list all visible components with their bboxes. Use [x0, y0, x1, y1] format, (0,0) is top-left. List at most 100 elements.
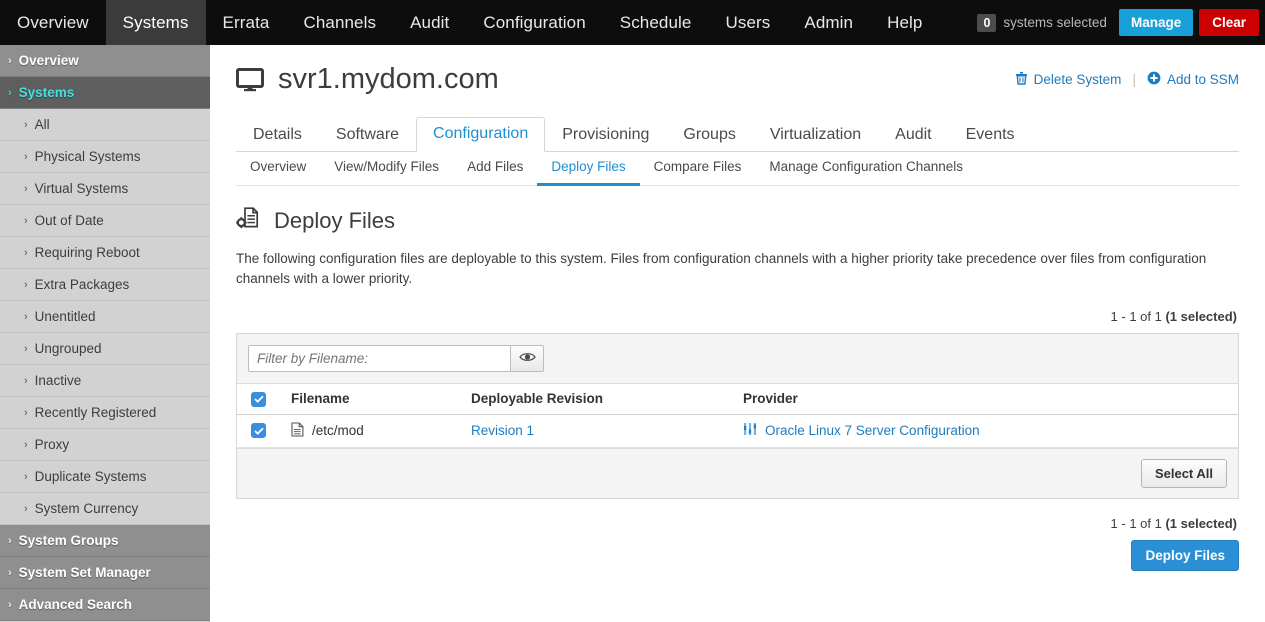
topnav-item-overview[interactable]: Overview: [0, 0, 106, 45]
row-checkbox[interactable]: [251, 423, 266, 439]
deploy-files-table: Filename Deployable Revision Provider /e…: [237, 383, 1238, 448]
pagination-top: 1 - 1 of 1 (1 selected): [236, 309, 1239, 324]
eye-icon: [518, 350, 536, 368]
config-subtabs: Overview View/Modify Files Add Files Deploy…: [236, 152, 1239, 186]
sidebar-item-label: Duplicate Systems: [34, 469, 147, 484]
sidebar-item-label: Overview: [18, 53, 79, 68]
subtab-deploy-files[interactable]: Deploy Files: [537, 153, 640, 186]
sidebar-item-overview[interactable]: › Overview: [0, 45, 210, 77]
deploy-files-button[interactable]: Deploy Files: [1131, 539, 1239, 571]
channel-sliders-icon: [743, 422, 757, 439]
add-to-ssm-label: Add to SSM: [1166, 72, 1239, 87]
chevron-right-icon: ›: [24, 502, 28, 515]
subtab-add-files[interactable]: Add Files: [453, 153, 537, 186]
topnav-item-users[interactable]: Users: [708, 0, 787, 45]
manage-button[interactable]: Manage: [1118, 9, 1194, 36]
sidebar-item-label: Systems: [18, 85, 75, 100]
chevron-right-icon: ›: [8, 598, 12, 611]
column-header-deployable-revision[interactable]: Deployable Revision: [465, 383, 737, 415]
clear-button[interactable]: Clear: [1199, 9, 1259, 36]
column-header-provider[interactable]: Provider: [737, 383, 1238, 415]
table-row: /etc/mod Revision 1 Oracle Linux 7 Server …: [237, 414, 1238, 448]
ssm-selected-count: 0: [977, 13, 997, 32]
panel-footer: Select All: [237, 447, 1238, 498]
filter-group: [248, 345, 544, 372]
tab-groups[interactable]: Groups: [666, 118, 752, 152]
select-all-button[interactable]: Select All: [1140, 458, 1227, 488]
chevron-right-icon: ›: [24, 214, 28, 227]
sidebar-item-systems[interactable]: › Systems: [0, 77, 210, 109]
sidebar-item-label: Requiring Reboot: [34, 245, 140, 260]
topnav-item-admin[interactable]: Admin: [787, 0, 870, 45]
topnav-item-schedule[interactable]: Schedule: [603, 0, 709, 45]
chevron-right-icon: ›: [24, 374, 28, 387]
sidebar-item-advanced-search[interactable]: › Advanced Search: [0, 589, 210, 621]
sidebar-navigation: › Overview › Systems › All › Physical Systems › V…: [0, 45, 210, 622]
chevron-right-icon: ›: [24, 246, 28, 259]
chevron-right-icon: ›: [24, 150, 28, 163]
deploy-files-panel: Filename Deployable Revision Provider /e…: [236, 333, 1239, 499]
sidebar-item-inactive[interactable]: › Inactive: [0, 365, 210, 397]
row-checkbox-cell: [237, 414, 285, 448]
subtab-overview[interactable]: Overview: [236, 153, 320, 186]
sidebar-item-proxy[interactable]: › Proxy: [0, 429, 210, 461]
sidebar-item-ungrouped[interactable]: › Ungrouped: [0, 333, 210, 365]
delete-system-link[interactable]: Delete System: [1015, 71, 1122, 88]
sidebar-item-label: Advanced Search: [18, 597, 132, 612]
chevron-right-icon: ›: [24, 118, 28, 131]
sidebar-item-unentitled[interactable]: › Unentitled: [0, 301, 210, 333]
pagination-bottom-selected: (1 selected): [1165, 515, 1237, 531]
select-all-checkbox[interactable]: [251, 391, 266, 407]
topnav-item-channels[interactable]: Channels: [286, 0, 393, 45]
sidebar-item-label: Extra Packages: [34, 277, 130, 292]
sidebar-item-label: Recently Registered: [34, 405, 157, 420]
subtab-view-modify-files[interactable]: View/Modify Files: [320, 153, 453, 186]
main-tabs: Details Software Configuration Provisioning…: [236, 116, 1239, 152]
tab-configuration[interactable]: Configuration: [416, 117, 546, 152]
tab-provisioning[interactable]: Provisioning: [545, 118, 666, 152]
sidebar-item-physical-systems[interactable]: › Physical Systems: [0, 141, 210, 173]
tab-software[interactable]: Software: [319, 118, 416, 152]
add-to-ssm-link[interactable]: Add to SSM: [1147, 71, 1239, 88]
sidebar-item-system-groups[interactable]: › System Groups: [0, 525, 210, 557]
chevron-right-icon: ›: [24, 342, 28, 355]
delete-system-label: Delete System: [1033, 72, 1122, 87]
deploy-button-row: Deploy Files: [236, 539, 1239, 571]
sidebar-item-extra-packages[interactable]: › Extra Packages: [0, 269, 210, 301]
sidebar-item-duplicate-systems[interactable]: › Duplicate Systems: [0, 461, 210, 493]
revision-link[interactable]: Revision 1: [471, 423, 534, 438]
sidebar-item-all[interactable]: › All: [0, 109, 210, 141]
subtab-manage-configuration-channels[interactable]: Manage Configuration Channels: [755, 153, 977, 186]
topnav-item-configuration[interactable]: Configuration: [466, 0, 602, 45]
sidebar-item-virtual-systems[interactable]: › Virtual Systems: [0, 173, 210, 205]
sidebar-item-recently-registered[interactable]: › Recently Registered: [0, 397, 210, 429]
section-description: The following configuration files are de…: [236, 251, 1207, 286]
cell-provider: Oracle Linux 7 Server Configuration: [737, 414, 1238, 448]
chevron-right-icon: ›: [8, 534, 12, 547]
topnav-item-audit[interactable]: Audit: [393, 0, 466, 45]
section-header: Deploy Files: [236, 206, 1239, 235]
file-icon: [291, 421, 304, 440]
provider-link[interactable]: Oracle Linux 7 Server Configuration: [765, 423, 980, 438]
table-head: Filename Deployable Revision Provider: [237, 383, 1238, 415]
tab-audit[interactable]: Audit: [878, 118, 948, 152]
filter-submit-button[interactable]: [510, 345, 544, 372]
top-navigation-bar: Overview Systems Errata Channels Audit Config…: [0, 0, 1265, 45]
filter-input[interactable]: [248, 345, 510, 372]
topnav-item-systems[interactable]: Systems: [105, 0, 206, 45]
tab-virtualization[interactable]: Virtualization: [753, 118, 878, 152]
sidebar-item-out-of-date[interactable]: › Out of Date: [0, 205, 210, 237]
sidebar-item-label: All: [34, 117, 50, 132]
topnav-item-errata[interactable]: Errata: [206, 0, 287, 45]
sidebar-item-system-set-manager[interactable]: › System Set Manager: [0, 557, 210, 589]
pagination-top-selected: (1 selected): [1165, 309, 1237, 324]
tab-events[interactable]: Events: [949, 118, 1032, 152]
tab-details[interactable]: Details: [236, 118, 319, 152]
sidebar-item-label: System Set Manager: [18, 565, 151, 580]
monitor-icon: [236, 67, 264, 92]
sidebar-item-requiring-reboot[interactable]: › Requiring Reboot: [0, 237, 210, 269]
column-header-filename[interactable]: Filename: [285, 383, 465, 415]
sidebar-item-system-currency[interactable]: › System Currency: [0, 493, 210, 525]
topnav-item-help[interactable]: Help: [870, 0, 939, 45]
subtab-compare-files[interactable]: Compare Files: [640, 153, 756, 186]
